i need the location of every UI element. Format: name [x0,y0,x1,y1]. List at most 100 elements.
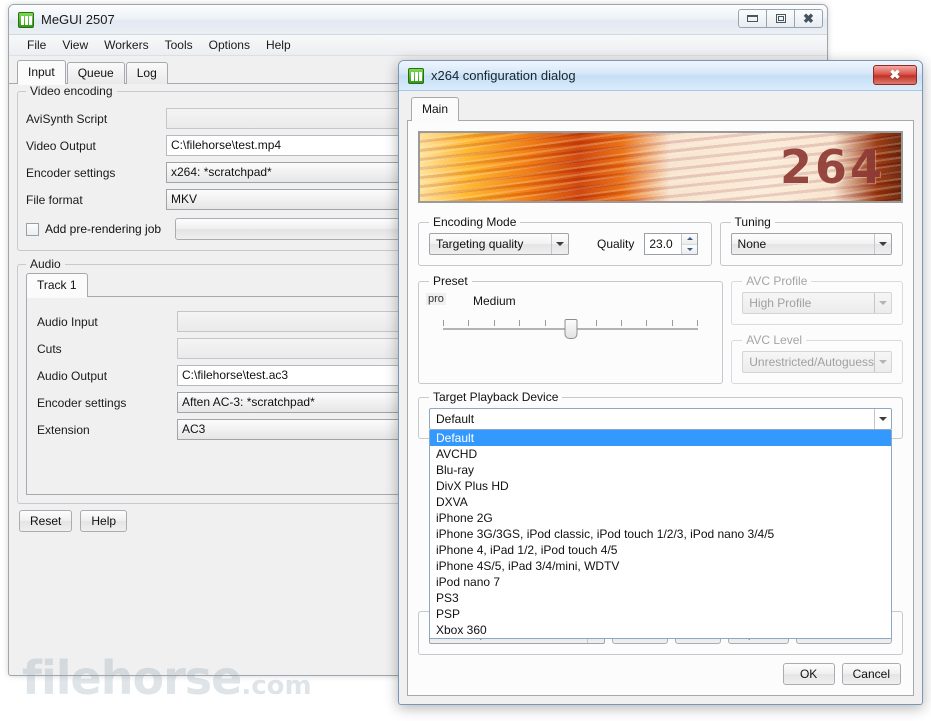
occluded-group-label: pro [426,293,446,305]
banner-title: 264 [779,140,885,194]
menu-workers[interactable]: Workers [96,36,156,54]
x264-banner: 264 [418,131,903,203]
avc-profile-legend: AVC Profile [746,274,808,288]
reset-button[interactable]: Reset [19,510,73,532]
quality-label: Quality [597,237,635,251]
preset-slider[interactable]: Medium [429,292,712,339]
avc-level-legend: AVC Level [746,333,803,347]
encoding-mode-combo[interactable]: Targeting quality [429,233,569,255]
preset-legend: Preset [433,274,468,288]
maximize-icon [775,14,786,23]
menubar: File View Workers Tools Options Help [9,35,827,56]
preset-current-label: Medium [473,294,516,308]
dialog-body: Main 264 Encoding Mode Targeting quality… [399,91,922,704]
spinner-down-icon[interactable] [682,244,698,254]
menu-view[interactable]: View [54,36,96,54]
audio-legend: Audio [30,257,61,271]
menu-file[interactable]: File [19,36,54,54]
dialog-title: x264 configuration dialog [431,68,576,83]
dialog-main-page: 264 Encoding Mode Targeting quality Qual… [407,121,914,696]
file-format-label: File format [26,192,83,207]
cancel-button[interactable]: Cancel [841,663,901,685]
menu-help[interactable]: Help [258,36,299,54]
avc-profile-group: AVC Profile High Profile [731,274,903,325]
dropdown-option[interactable]: Xbox 360 [430,622,891,638]
window-controls: ✖ [738,9,823,28]
preset-slider-track[interactable] [443,319,699,339]
avisynth-script-label: AviSynth Script [26,111,108,126]
avc-profile-value: High Profile [749,296,812,310]
help-button[interactable]: Help [80,510,128,532]
dropdown-option[interactable]: DXVA [430,494,891,510]
minimize-button[interactable] [738,9,767,28]
dialog-tabstrip: Main [407,97,914,122]
extension-label: Extension [37,422,90,437]
encoding-mode-group: Encoding Mode Targeting quality Quality … [418,215,712,266]
avc-level-group: AVC Level Unrestricted/Autoguess [731,333,903,384]
target-playback-device-group: Target Playback Device Default Default A… [418,390,903,639]
encoder-settings-label: Encoder settings [26,165,116,180]
avc-level-combo: Unrestricted/Autoguess [742,351,892,373]
dropdown-option[interactable]: AVCHD [430,446,891,462]
target-playback-device-dropdown[interactable]: Default AVCHD Blu-ray DivX Plus HD DXVA … [429,430,892,639]
close-icon: ✖ [889,67,901,82]
mode-tuning-row: Encoding Mode Targeting quality Quality … [418,215,903,274]
dropdown-option[interactable]: iPhone 3G/3GS, iPod classic, iPod touch … [430,526,891,542]
spinner-buttons [681,234,698,254]
avc-level-value: Unrestricted/Autoguess [749,355,874,369]
spinner-up-icon[interactable] [682,234,698,245]
preset-avc-row: Preset Medium AVC Profile High Profile A… [418,274,903,392]
tuning-legend: Tuning [734,215,771,229]
chevron-down-icon [874,352,891,372]
megui-icon [408,67,424,84]
audio-encoder-settings-label: Encoder settings [37,395,127,410]
dropdown-option[interactable]: PS3 [430,590,891,606]
audio-input-label: Audio Input [37,314,98,329]
maximize-button[interactable] [766,9,795,28]
close-icon: ✖ [803,11,814,26]
tuning-combo[interactable]: None [730,233,892,255]
quality-value: 23.0 [649,237,673,251]
dropdown-option[interactable]: iPhone 2G [430,510,891,526]
add-pre-rendering-job-checkbox[interactable] [26,222,39,236]
minimize-icon [747,15,758,22]
tab-input[interactable]: Input [17,60,66,85]
tab-log[interactable]: Log [125,62,168,84]
chevron-down-icon [551,234,568,254]
preset-slider-thumb[interactable] [564,319,578,339]
target-playback-device-value: Default [436,412,475,426]
dropdown-option[interactable]: iPhone 4, iPad 1/2, iPod touch 4/5 [430,542,891,558]
dropdown-option[interactable]: DivX Plus HD [430,478,891,494]
avc-profile-combo: High Profile [742,292,892,314]
dialog-tab-main[interactable]: Main [411,97,460,122]
dropdown-option[interactable]: Blu-ray [430,462,891,478]
dropdown-option[interactable]: PSP [430,606,891,622]
audio-output-label: Audio Output [37,368,108,383]
ok-button[interactable]: OK [782,663,835,685]
close-button[interactable]: ✖ [794,9,823,28]
encoding-mode-legend: Encoding Mode [433,215,517,229]
dropdown-option[interactable]: Default [430,430,891,446]
main-window-title: MeGUI 2507 [41,12,115,27]
quality-stepper[interactable]: 23.0 [644,233,699,255]
dialog-action-buttons: OK Cancel [418,663,903,685]
megui-icon [18,11,34,28]
menu-options[interactable]: Options [201,36,258,54]
audio-tab-track-1[interactable]: Track 1 [26,273,88,298]
add-pre-rendering-job-label: Add pre-rendering job [45,222,162,236]
video-encoding-legend: Video encoding [30,84,113,98]
dialog-close-button[interactable]: ✖ [873,65,917,85]
target-playback-device-combo[interactable]: Default [429,408,892,430]
menu-tools[interactable]: Tools [157,36,201,54]
tab-queue[interactable]: Queue [66,62,125,84]
dropdown-option[interactable]: iPod nano 7 [430,574,891,590]
main-titlebar: MeGUI 2507 ✖ [9,5,827,35]
chevron-down-icon [874,234,891,254]
chevron-down-icon [874,293,891,313]
chevron-down-icon [874,409,891,429]
preset-group: Preset Medium [418,274,724,384]
tuning-value: None [737,237,767,251]
x264-configuration-dialog: x264 configuration dialog ✖ Main 264 Enc… [398,60,923,705]
dropdown-option[interactable]: iPhone 4S/5, iPad 3/4/mini, WDTV [430,558,891,574]
dialog-titlebar: x264 configuration dialog ✖ [399,61,922,91]
